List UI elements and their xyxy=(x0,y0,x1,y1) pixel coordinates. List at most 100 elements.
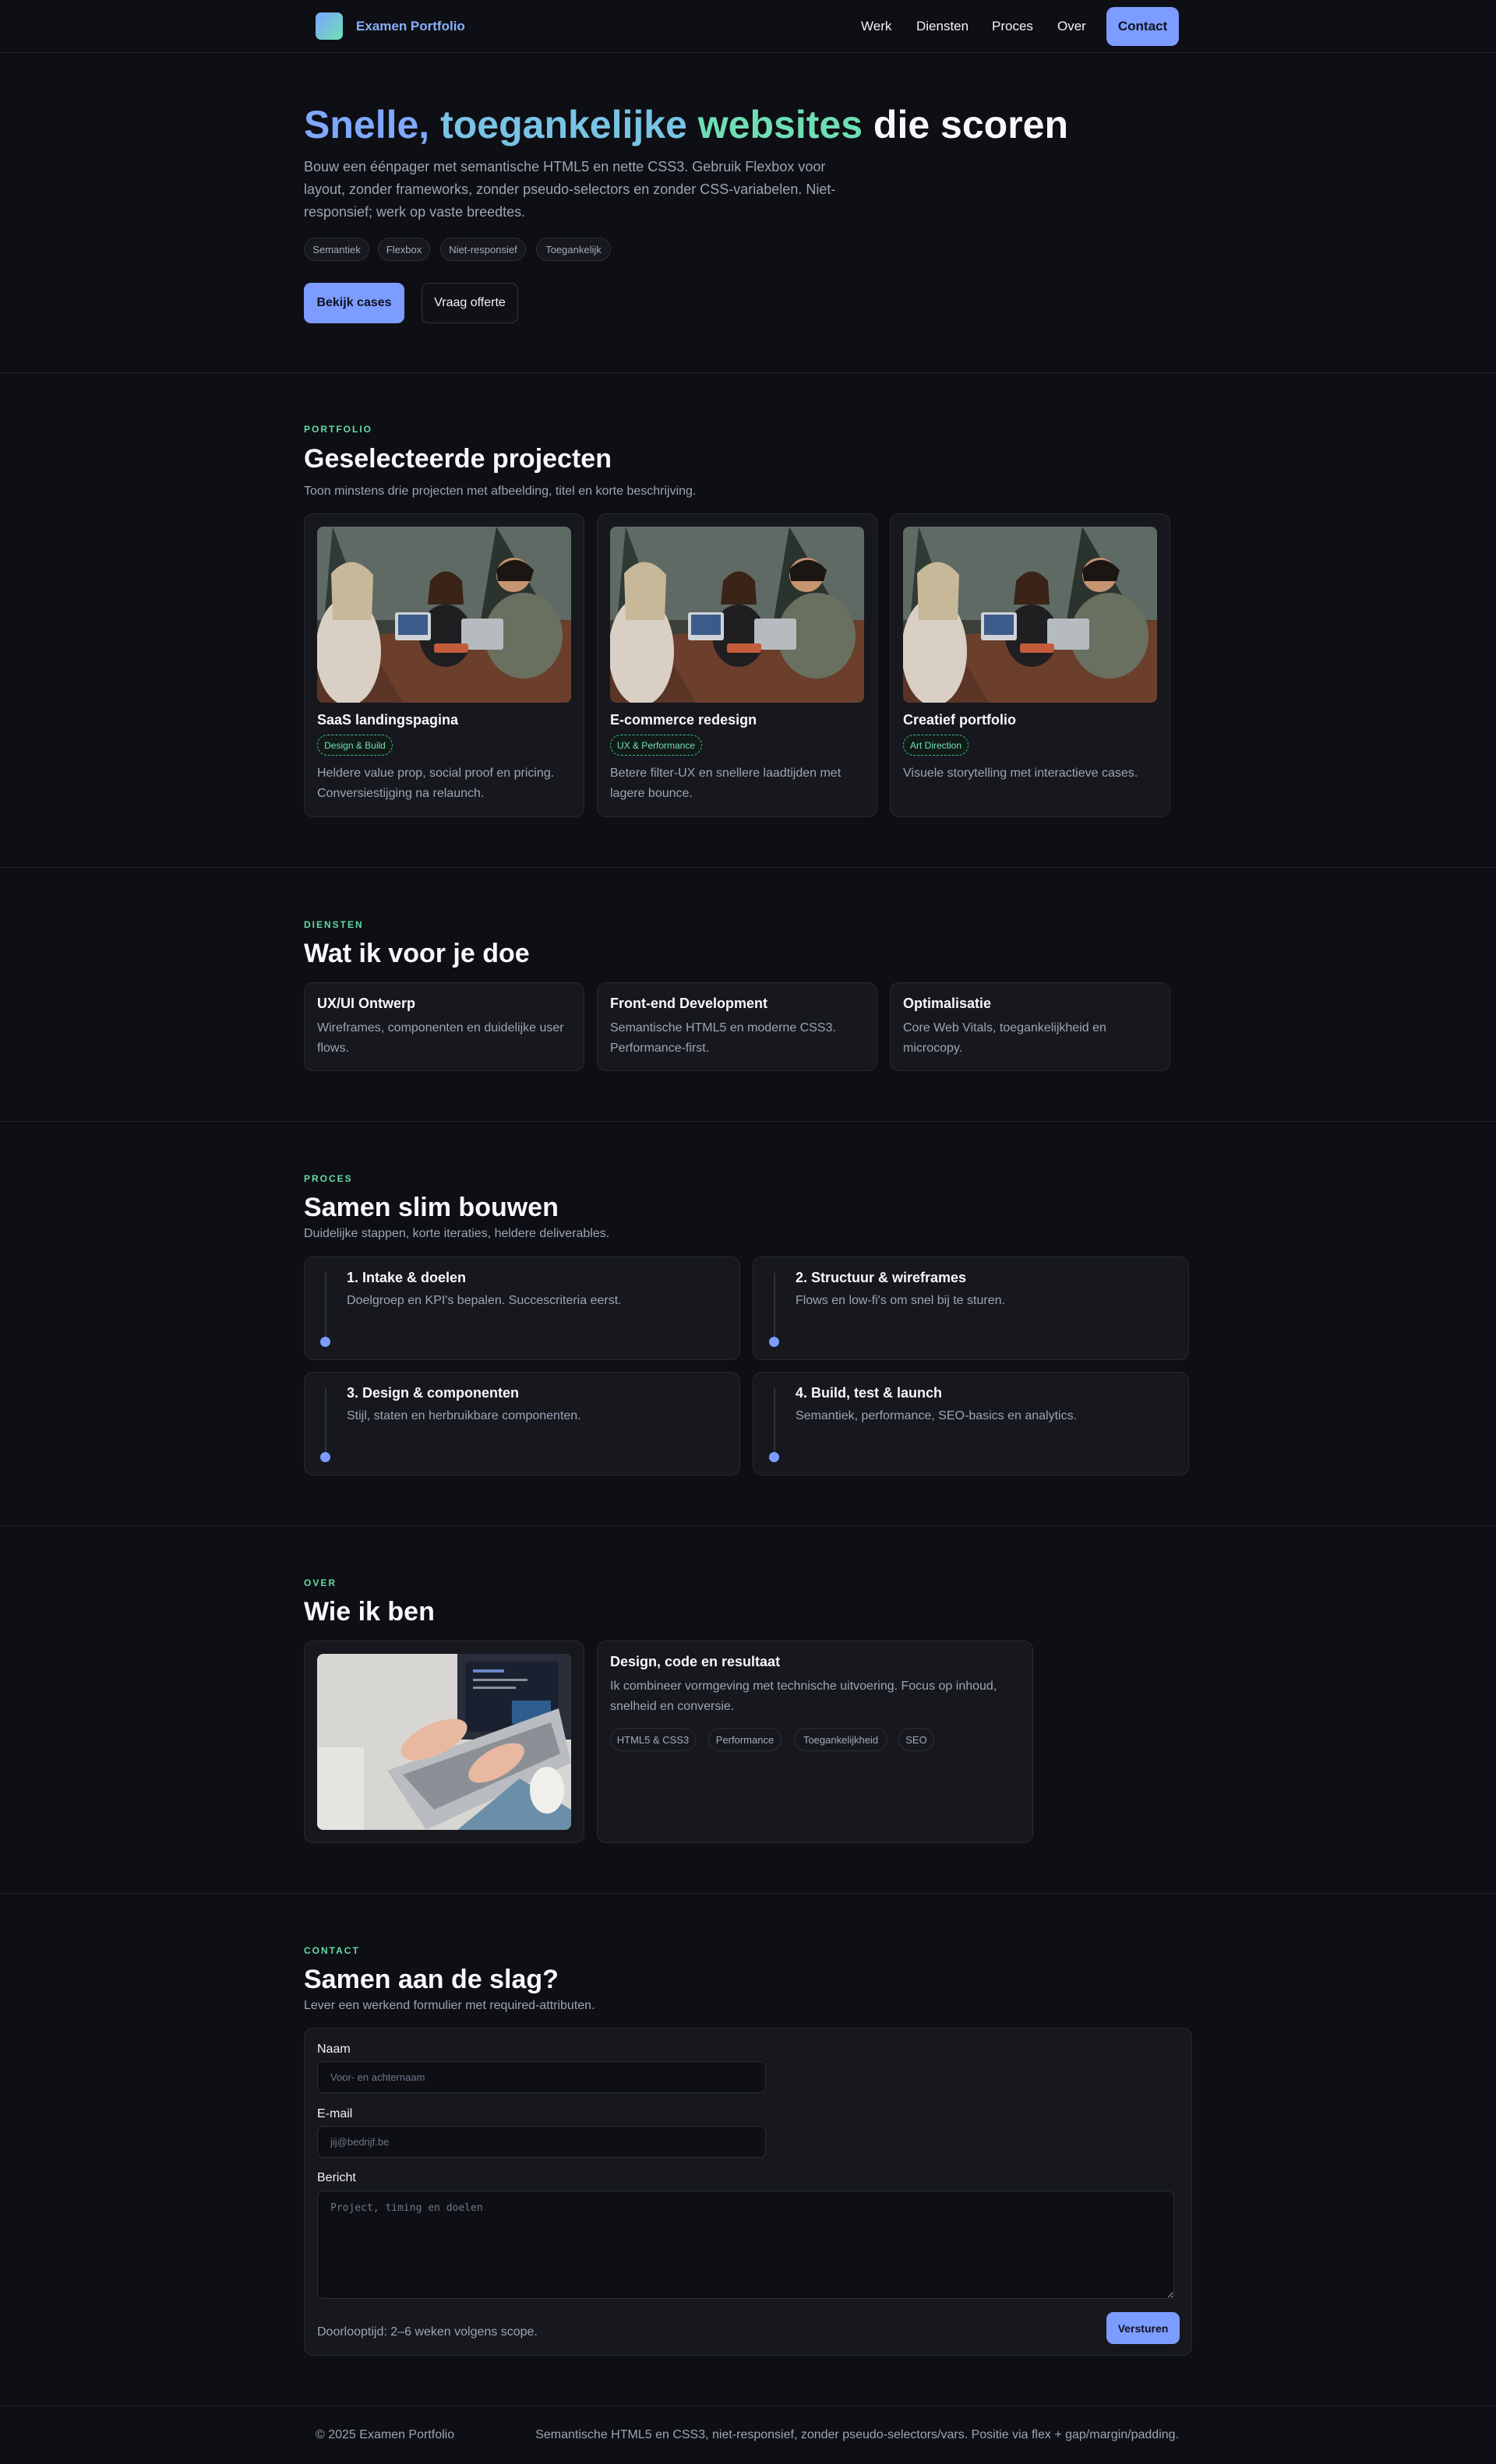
name-field[interactable] xyxy=(317,2061,766,2093)
project-description: Heldere value prop, social proof en pric… xyxy=(317,767,555,800)
step-dot-icon xyxy=(320,1452,330,1462)
section-eyebrow: DIENSTEN xyxy=(304,919,364,930)
section-eyebrow: CONTACT xyxy=(304,1945,360,1956)
section-subtitle: Lever een werkend formulier met required… xyxy=(304,1999,595,2012)
hero-title-part: toegankelijke xyxy=(440,103,687,146)
about-card: Design, code en resultaat Ik combineer v… xyxy=(597,1641,1033,1843)
step-line xyxy=(325,1388,326,1454)
hero-pill: Semantiek xyxy=(304,238,369,261)
laptop-photo xyxy=(317,1654,571,1830)
section-title: Wie ik ben xyxy=(304,1597,435,1627)
step-line xyxy=(774,1388,775,1454)
section-title: Geselecteerde projecten xyxy=(304,444,612,474)
skill-pill: HTML5 & CSS3 xyxy=(610,1728,696,1751)
service-description: Wireframes, componenten en duidelijke us… xyxy=(317,1021,564,1055)
step-dot-icon xyxy=(769,1452,779,1462)
service-description: Semantische HTML5 en moderne CSS3. Perfo… xyxy=(610,1021,836,1055)
hero-pill: Flexbox xyxy=(378,238,430,261)
section-title: Samen aan de slag? xyxy=(304,1965,559,1994)
project-title: SaaS landingspagina xyxy=(317,712,459,728)
meeting-photo xyxy=(903,527,1157,703)
hero-pill: Niet-responsief xyxy=(440,238,526,261)
project-tag: Art Direction xyxy=(903,735,969,756)
contact-form: Naam E-mail Bericht Doorlooptijd: 2–6 we… xyxy=(304,2028,1192,2356)
hero-title-part: Snelle, xyxy=(304,103,430,146)
project-title: Creatief portfolio xyxy=(903,712,1017,728)
about-card-title: Design, code en resultaat xyxy=(610,1654,781,1669)
divider xyxy=(0,52,1496,53)
divider xyxy=(0,1121,1496,1122)
name-label: Naam xyxy=(317,2043,351,2056)
project-card[interactable]: SaaS landingspagina Design & Build Helde… xyxy=(304,513,584,817)
divider xyxy=(0,1525,1496,1526)
meeting-photo xyxy=(317,527,571,703)
about-photo-card xyxy=(304,1641,584,1843)
step-description: Doelgroep en KPI's bepalen. Succescriter… xyxy=(347,1294,622,1307)
project-tag: Design & Build xyxy=(317,735,393,756)
brand-name[interactable]: Examen Portfolio xyxy=(356,19,465,34)
footer-note: Semantische HTML5 en CSS3, niet-responsi… xyxy=(535,2428,1179,2441)
hero-pill: Toegankelijk xyxy=(536,238,611,261)
section-eyebrow: PROCES xyxy=(304,1173,353,1184)
section-eyebrow: PORTFOLIO xyxy=(304,424,372,435)
service-title: UX/UI Ontwerp xyxy=(317,996,416,1011)
step-title: 2. Structuur & wireframes xyxy=(796,1270,967,1285)
step-description: Semantiek, performance, SEO-basics en an… xyxy=(796,1409,1078,1422)
service-description: Core Web Vitals, toegankelijkheid en mic… xyxy=(903,1021,1106,1055)
nav-link-werk[interactable]: Werk xyxy=(861,19,891,34)
process-step: 2. Structuur & wireframes Flows en low-f… xyxy=(753,1257,1189,1360)
site-header: Examen Portfolio Werk Diensten Proces Ov… xyxy=(0,0,1496,52)
logo-icon[interactable] xyxy=(316,12,343,40)
nav-link-proces[interactable]: Proces xyxy=(992,19,1033,34)
section-eyebrow: OVER xyxy=(304,1577,337,1588)
nav-link-over[interactable]: Over xyxy=(1057,19,1086,34)
hero-description: Bouw een éénpager met semantische HTML5 … xyxy=(304,159,836,220)
divider xyxy=(0,867,1496,868)
submit-button[interactable]: Versturen xyxy=(1106,2312,1180,2344)
project-tag: UX & Performance xyxy=(610,735,702,756)
email-label: E-mail xyxy=(317,2107,353,2120)
skill-pill: SEO xyxy=(898,1728,934,1751)
project-card[interactable]: Creatief portfolio Art Direction Visuele… xyxy=(890,513,1170,817)
service-title: Optimalisatie xyxy=(903,996,992,1011)
view-cases-button[interactable]: Bekijk cases xyxy=(304,283,404,323)
process-step: 3. Design & componenten Stijl, staten en… xyxy=(304,1372,740,1475)
step-title: 4. Build, test & launch xyxy=(796,1385,943,1401)
hero-title-part: websites xyxy=(697,103,863,146)
email-field[interactable] xyxy=(317,2126,766,2158)
service-title: Front-end Development xyxy=(610,996,768,1011)
section-title: Wat ik voor je doe xyxy=(304,939,530,968)
project-card[interactable]: E-commerce redesign UX & Performance Bet… xyxy=(597,513,877,817)
message-label: Bericht xyxy=(317,2171,356,2184)
section-subtitle: Duidelijke stappen, korte iteraties, hel… xyxy=(304,1227,610,1240)
section-subtitle: Toon minstens drie projecten met afbeeld… xyxy=(304,485,697,498)
step-line xyxy=(774,1273,775,1339)
step-description: Flows en low-fi's om snel bij te sturen. xyxy=(796,1294,1005,1307)
meeting-photo xyxy=(610,527,864,703)
request-quote-button[interactable]: Vraag offerte xyxy=(422,283,518,323)
process-step: 1. Intake & doelen Doelgroep en KPI's be… xyxy=(304,1257,740,1360)
lead-time-note: Doorlooptijd: 2–6 weken volgens scope. xyxy=(317,2325,538,2339)
contact-button[interactable]: Contact xyxy=(1106,7,1179,46)
service-card: Front-end Development Semantische HTML5 … xyxy=(597,982,877,1071)
divider xyxy=(0,1893,1496,1894)
project-image xyxy=(610,527,864,703)
divider xyxy=(0,372,1496,373)
footer-copyright: © 2025 Examen Portfolio xyxy=(316,2428,455,2441)
step-line xyxy=(325,1273,326,1339)
section-title: Samen slim bouwen xyxy=(304,1193,559,1222)
project-image xyxy=(317,527,571,703)
message-field[interactable] xyxy=(317,2191,1174,2299)
service-card: UX/UI Ontwerp Wireframes, componenten en… xyxy=(304,982,584,1071)
nav-link-diensten[interactable]: Diensten xyxy=(916,19,969,34)
skill-pill: Performance xyxy=(708,1728,782,1751)
project-image xyxy=(903,527,1157,703)
about-image xyxy=(317,1654,571,1830)
skill-pill: Toegankelijkheid xyxy=(794,1728,887,1751)
process-step: 4. Build, test & launch Semantiek, perfo… xyxy=(753,1372,1189,1475)
project-title: E-commerce redesign xyxy=(610,712,757,728)
step-dot-icon xyxy=(769,1337,779,1347)
step-title: 1. Intake & doelen xyxy=(347,1270,467,1285)
project-description: Betere filter-UX en snellere laadtijden … xyxy=(610,767,842,800)
step-dot-icon xyxy=(320,1337,330,1347)
